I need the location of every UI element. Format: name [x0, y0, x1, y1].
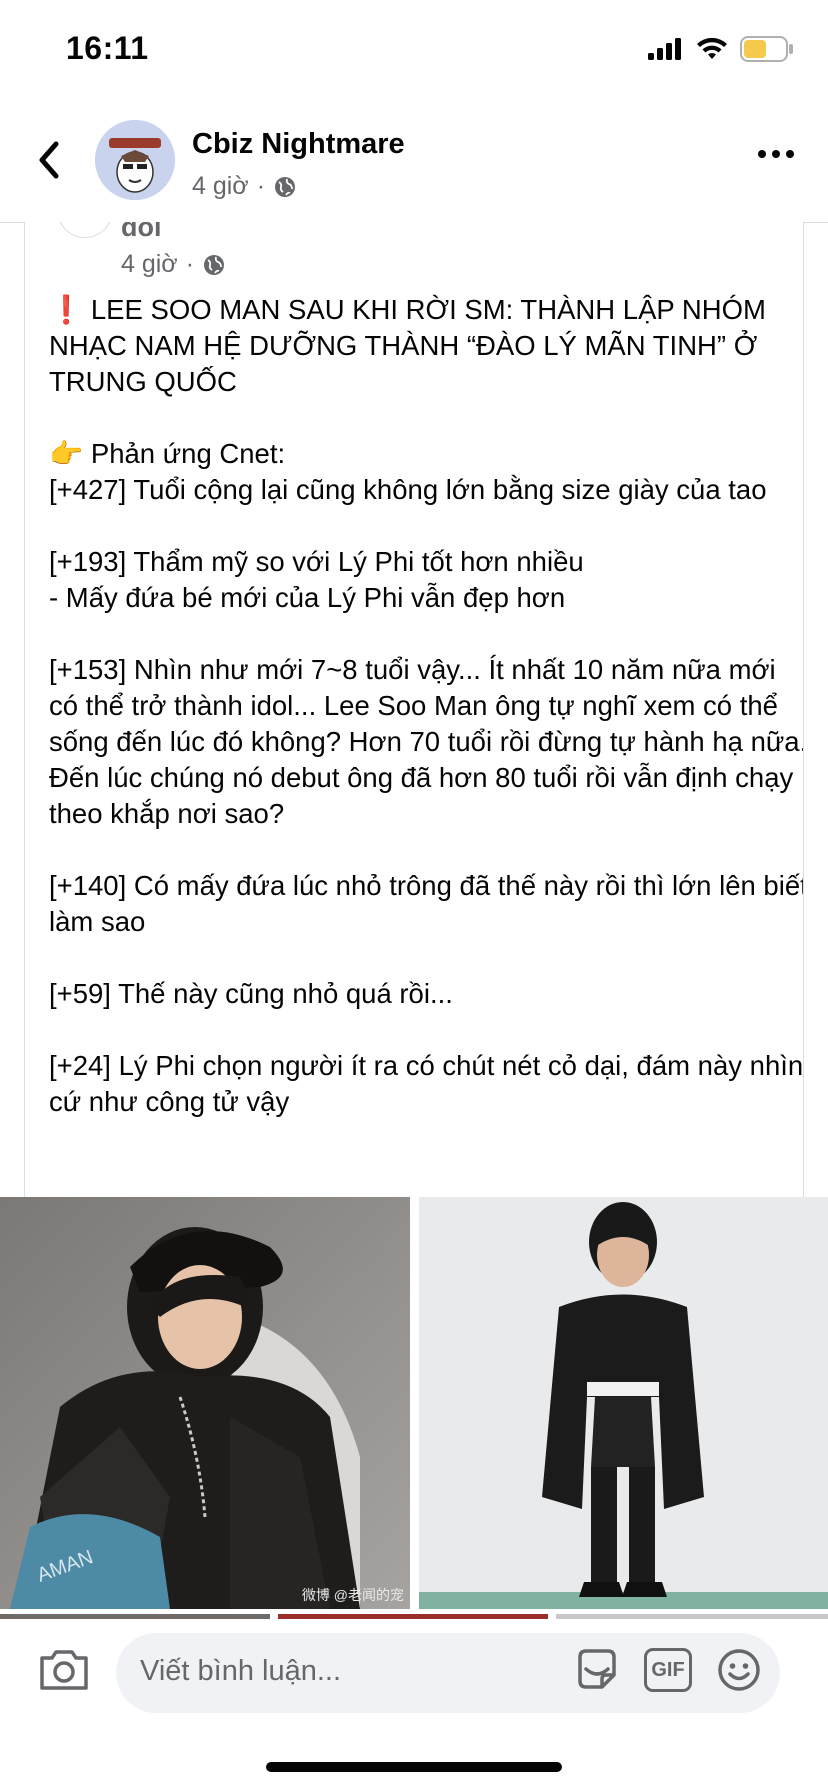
post-line: [+153] Nhìn như mới 7~8 tuổi vậy... Ít n…: [49, 654, 804, 829]
photo-boy-leather-jacket: AMAN: [0, 1197, 410, 1609]
page-avatar[interactable]: [95, 120, 175, 200]
post-body-text: ❗ LEE SOO MAN SAU KHI RỜI SM: THÀNH LẬP …: [49, 292, 804, 1120]
camera-icon[interactable]: [38, 1646, 90, 1692]
gif-button[interactable]: GIF: [644, 1648, 692, 1692]
meta-separator: ·: [185, 250, 195, 278]
globe-icon: [204, 254, 225, 275]
page-name[interactable]: Cbiz Nightmare: [192, 128, 405, 161]
photo-watermark: 微博 @老闻的宠: [301, 1587, 404, 1603]
wifi-icon: [697, 37, 727, 59]
post-header: Cbiz Nightmare 4 giờ ·: [0, 100, 828, 223]
status-icons: [648, 36, 794, 62]
photo-boy-black-coat: [419, 1197, 828, 1609]
post-line: [+59] Thế này cũng nhỏ quá rồi...: [49, 978, 453, 1009]
gif-label: GIF: [651, 1658, 685, 1681]
meta-separator: ·: [256, 172, 266, 200]
page-logo-icon: [95, 120, 175, 200]
cellular-signal-icon: [648, 38, 681, 60]
battery-icon: [740, 36, 793, 62]
home-indicator: [266, 1762, 562, 1772]
shared-post: dol 4 giờ · ❗ LEE SOO MAN SAU KHI RỜI SM…: [24, 222, 804, 1197]
sticker-icon[interactable]: [574, 1647, 620, 1693]
comment-bar: Viết bình luận... GIF: [0, 1619, 828, 1719]
emoji-icon[interactable]: [716, 1647, 762, 1693]
shared-post-meta: 4 giờ ·: [121, 250, 226, 279]
post-line: ❗ LEE SOO MAN SAU KHI RỜI SM: THÀNH LẬP …: [49, 294, 766, 397]
post-line: 👉 Phản ứng Cnet:: [49, 438, 286, 469]
shared-author-name[interactable]: dol: [121, 222, 162, 243]
status-bar: 16:11: [0, 0, 828, 100]
globe-icon: [275, 176, 296, 197]
photo-grid: AMAN 微博 @老闻的宠: [0, 1197, 828, 1609]
shared-author-avatar[interactable]: [57, 222, 113, 238]
post-time: 4 giờ: [192, 172, 249, 200]
comment-input[interactable]: Viết bình luận... GIF: [116, 1633, 780, 1713]
post-meta: 4 giờ ·: [192, 172, 297, 201]
post-line: - Mấy đứa bé mới của Lý Phi vẫn đẹp hơn: [49, 582, 566, 613]
photo-2[interactable]: [419, 1197, 828, 1609]
post-line: [+427] Tuổi cộng lại cũng không lớn bằng…: [49, 474, 767, 505]
comment-input-icons: GIF: [574, 1647, 762, 1693]
more-dots-icon[interactable]: [758, 150, 794, 158]
status-time: 16:11: [66, 30, 149, 66]
chevron-left-icon[interactable]: [34, 140, 64, 180]
photo-1[interactable]: AMAN 微博 @老闻的宠: [0, 1197, 410, 1609]
post-line: [+140] Có mấy đứa lúc nhỏ trông đã thế n…: [49, 870, 804, 937]
photo-strip: [0, 1609, 828, 1622]
comment-placeholder: Viết bình luận...: [140, 1655, 342, 1687]
post-line: [+24] Lý Phi chọn người ít ra có chút né…: [49, 1050, 804, 1117]
shared-post-time: 4 giờ: [121, 250, 178, 278]
post-line: [+193] Thẩm mỹ so với Lý Phi tốt hơn nhi…: [49, 546, 584, 577]
